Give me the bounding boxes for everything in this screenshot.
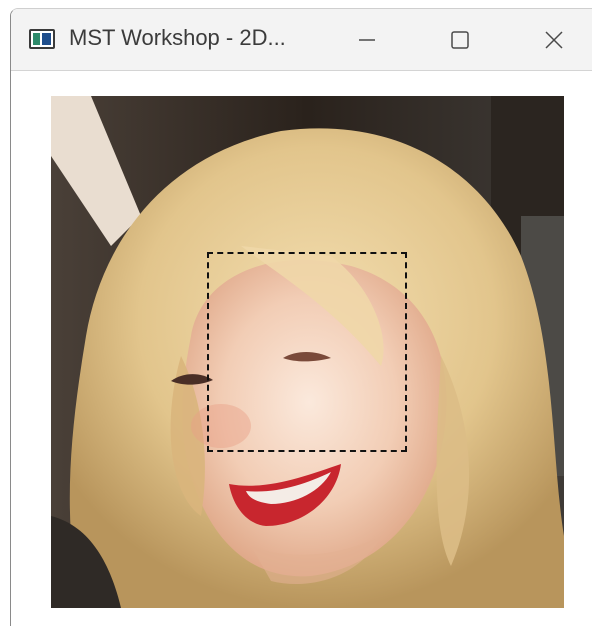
selection-box[interactable] — [207, 252, 407, 452]
window-title: MST Workshop - 2D... — [69, 25, 286, 50]
app-window: MST Workshop - 2D... — [10, 8, 592, 626]
title-bar[interactable]: MST Workshop - 2D... — [11, 9, 592, 71]
close-icon — [545, 31, 563, 49]
maximize-icon — [451, 31, 469, 49]
maximize-button[interactable] — [437, 21, 483, 59]
client-area — [11, 71, 592, 626]
app-window-icon — [29, 29, 55, 49]
minimize-icon — [359, 39, 375, 41]
close-button[interactable] — [531, 21, 577, 59]
minimize-button[interactable] — [344, 21, 390, 59]
image-view[interactable] — [51, 96, 564, 608]
